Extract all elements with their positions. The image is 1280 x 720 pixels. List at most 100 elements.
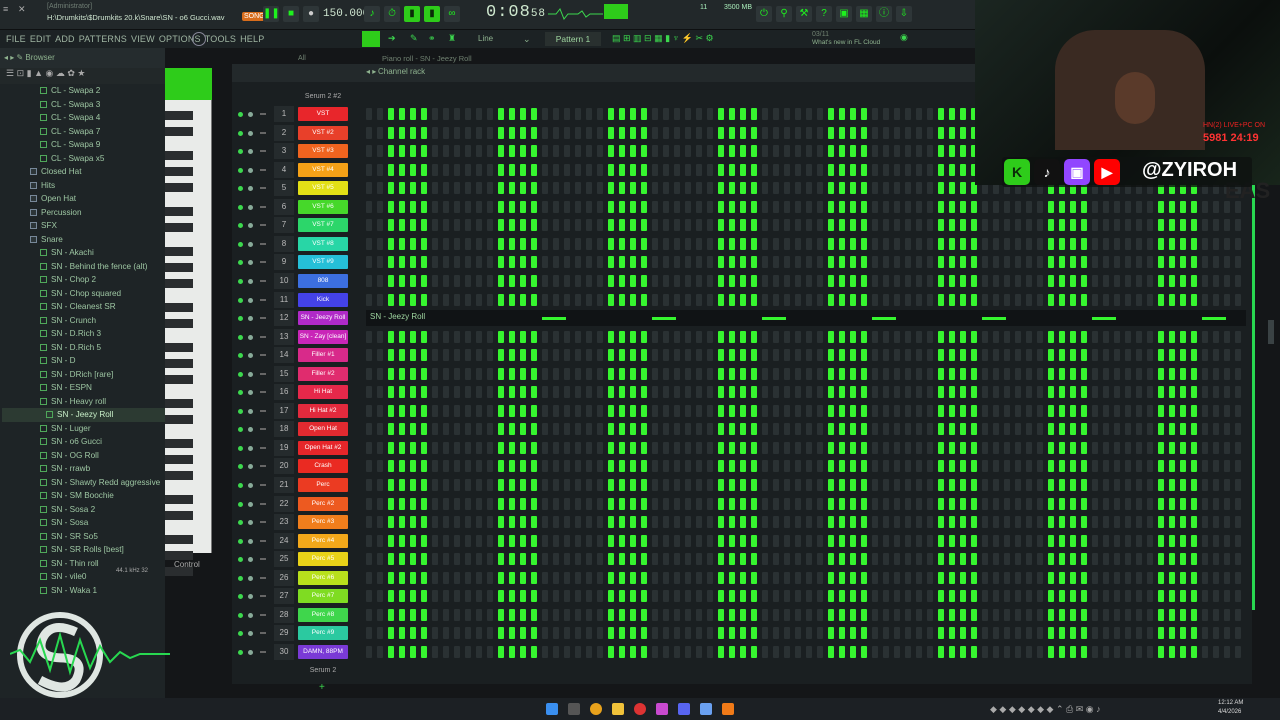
step-button[interactable] [597, 108, 603, 120]
step-button[interactable] [641, 145, 647, 158]
step-button[interactable] [707, 553, 713, 566]
step-button[interactable] [916, 349, 922, 362]
step-button[interactable] [608, 553, 614, 566]
step-button[interactable] [1213, 460, 1219, 473]
step-button[interactable] [1048, 479, 1054, 491]
step-button[interactable] [564, 516, 570, 529]
step-button[interactable] [894, 553, 900, 566]
step-button[interactable] [388, 163, 394, 176]
channel-button[interactable]: VST #7 [298, 218, 348, 233]
step-button[interactable] [784, 145, 790, 158]
step-button[interactable] [1004, 497, 1010, 510]
step-button[interactable] [817, 608, 823, 621]
step-button[interactable] [443, 608, 449, 621]
step-button[interactable] [531, 590, 537, 603]
step-button[interactable] [1169, 367, 1175, 380]
step-button[interactable] [1103, 330, 1109, 343]
step-button[interactable] [1026, 571, 1032, 584]
step-button[interactable] [949, 163, 955, 176]
step-button[interactable] [564, 404, 570, 417]
step-button[interactable] [707, 608, 713, 621]
step-button[interactable] [1026, 645, 1032, 658]
step-button[interactable] [795, 497, 801, 510]
step-button[interactable] [553, 274, 559, 287]
step-button[interactable] [762, 441, 768, 454]
step-button[interactable] [531, 386, 537, 399]
step-button[interactable] [828, 423, 834, 436]
step-button[interactable] [938, 645, 944, 658]
step-button[interactable] [938, 293, 944, 306]
step-button[interactable] [773, 163, 779, 176]
step-button[interactable] [652, 293, 658, 306]
step-button[interactable] [1114, 516, 1120, 529]
step-button[interactable] [1048, 571, 1054, 584]
step-button[interactable] [630, 608, 636, 621]
step-button[interactable] [718, 256, 724, 269]
step-button[interactable] [696, 163, 702, 176]
step-button[interactable] [993, 386, 999, 399]
step-button[interactable] [740, 534, 746, 547]
pan-icon[interactable] [248, 427, 253, 433]
step-button[interactable] [663, 182, 669, 195]
step-button[interactable] [993, 200, 999, 213]
step-button[interactable] [1224, 460, 1230, 473]
mute-led-icon[interactable] [238, 278, 243, 284]
step-button[interactable] [575, 367, 581, 380]
step-button[interactable] [410, 534, 416, 547]
step-button[interactable] [707, 108, 713, 120]
step-button[interactable] [1158, 274, 1164, 287]
step-button[interactable] [410, 608, 416, 621]
step-button[interactable] [476, 293, 482, 306]
step-button[interactable] [509, 126, 515, 139]
pan-icon[interactable] [248, 260, 253, 266]
browser-file[interactable]: SN - Akachi [2, 246, 165, 260]
step-button[interactable] [883, 349, 889, 362]
step-button[interactable] [465, 330, 471, 343]
power-icon[interactable]: ⏻ [756, 6, 772, 22]
step-button[interactable] [784, 404, 790, 417]
step-button[interactable] [993, 441, 999, 454]
step-button[interactable] [509, 256, 515, 269]
step-button[interactable] [586, 126, 592, 139]
step-button[interactable] [1213, 497, 1219, 510]
news-link[interactable]: What's new in FL Cloud Pro? [812, 39, 882, 46]
step-button[interactable] [762, 497, 768, 510]
step-button[interactable] [454, 386, 460, 399]
mixer-track-number[interactable]: 26 [274, 569, 294, 586]
step-button[interactable] [740, 516, 746, 529]
step-button[interactable] [1103, 553, 1109, 566]
step-button[interactable] [575, 479, 581, 491]
mixer-track-number[interactable]: 19 [274, 439, 294, 456]
step-button[interactable] [685, 627, 691, 640]
step-button[interactable] [806, 126, 812, 139]
step-button[interactable] [674, 590, 680, 603]
step-button[interactable] [410, 163, 416, 176]
step-button[interactable] [795, 590, 801, 603]
step-button[interactable] [916, 627, 922, 640]
step-button[interactable] [564, 479, 570, 491]
step-button[interactable] [817, 163, 823, 176]
step-button[interactable] [927, 274, 933, 287]
pan-icon[interactable] [248, 501, 253, 507]
step-button[interactable] [949, 237, 955, 250]
step-button[interactable] [1103, 423, 1109, 436]
step-button[interactable] [476, 256, 482, 269]
step-button[interactable] [960, 108, 966, 120]
step-button[interactable] [740, 293, 746, 306]
step-button[interactable] [1224, 553, 1230, 566]
black-key[interactable] [165, 151, 193, 160]
arrow-right-icon[interactable]: ➔ [388, 33, 396, 44]
step-button[interactable] [1114, 293, 1120, 306]
step-button[interactable] [949, 200, 955, 213]
step-button[interactable] [641, 367, 647, 380]
step-button[interactable] [1059, 423, 1065, 436]
step-button[interactable] [454, 219, 460, 232]
step-button[interactable] [652, 608, 658, 621]
step-button[interactable] [641, 590, 647, 603]
step-button[interactable] [443, 479, 449, 491]
step-button[interactable] [498, 219, 504, 232]
step-button[interactable] [498, 460, 504, 473]
step-button[interactable] [762, 182, 768, 195]
step-button[interactable] [619, 108, 625, 120]
step-button[interactable] [894, 349, 900, 362]
